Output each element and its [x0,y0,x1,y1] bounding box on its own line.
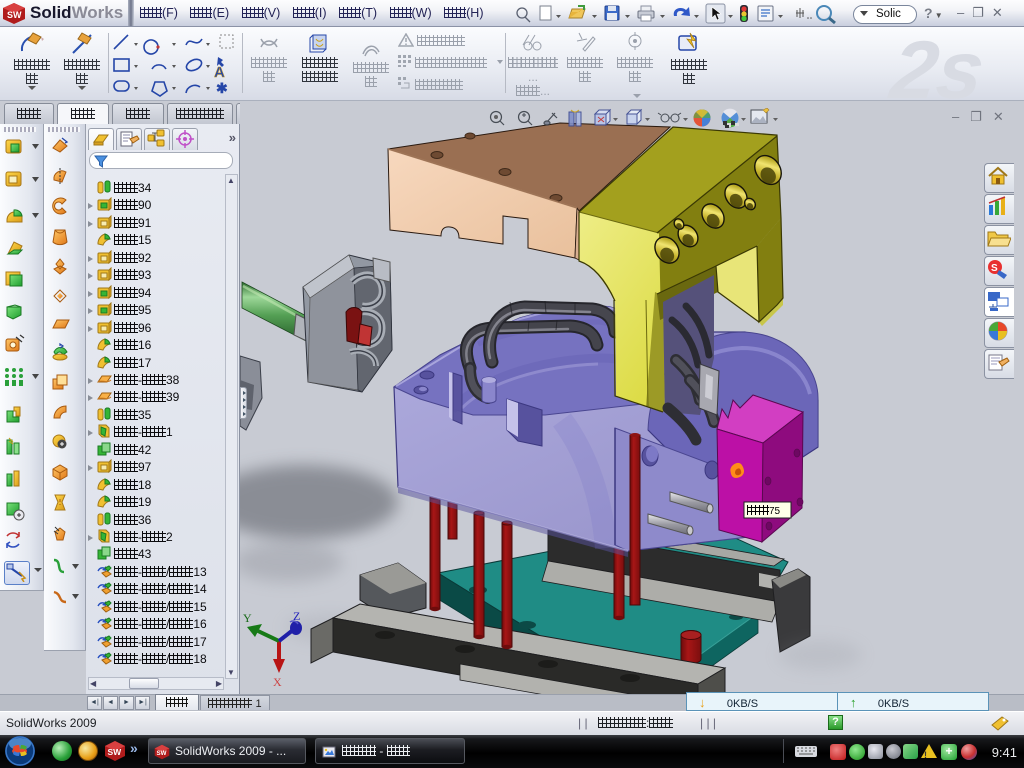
svg-text:A: A [214,64,225,81]
svg-text:Z: Z [293,609,300,623]
svg-text:SW: SW [157,750,167,757]
svg-text:X: X [273,675,282,689]
svg-text:SW: SW [7,10,22,20]
svg-text:S: S [991,263,998,274]
svg-text:✱: ✱ [216,80,228,96]
svg-text:SW: SW [108,747,123,757]
svg-text:Y: Y [243,611,252,625]
